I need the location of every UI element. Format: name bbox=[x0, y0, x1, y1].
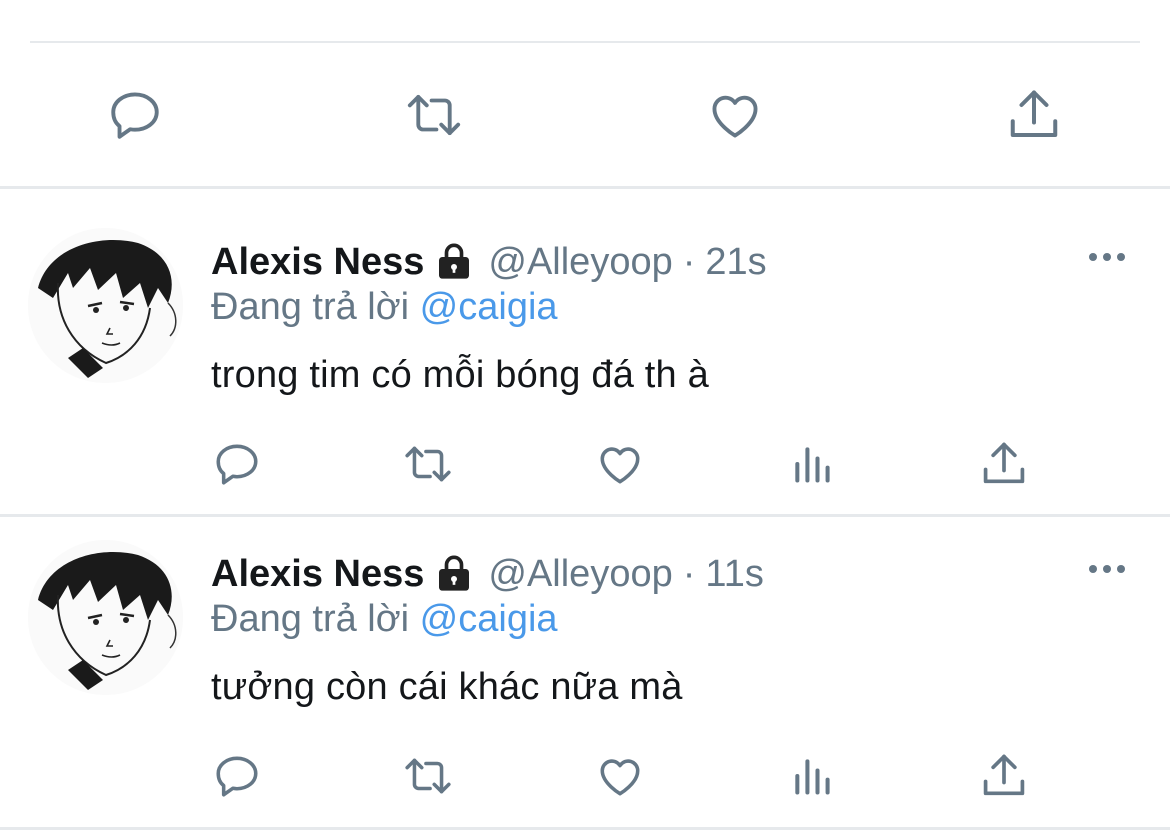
share-button[interactable] bbox=[999, 80, 1069, 150]
lock-icon bbox=[434, 554, 474, 594]
separator-line bbox=[30, 41, 1140, 43]
username[interactable]: @Alleyoop bbox=[488, 553, 672, 596]
tweet-header: Alexis Ness @Alleyoop · 11s bbox=[211, 548, 764, 600]
retweet-icon bbox=[407, 94, 461, 136]
more-options-button[interactable] bbox=[1082, 554, 1132, 584]
avatar-illustration bbox=[28, 540, 183, 695]
analytics-button[interactable] bbox=[782, 434, 842, 494]
display-name[interactable]: Alexis Ness bbox=[211, 241, 424, 284]
share-icon bbox=[983, 754, 1025, 796]
reply-button[interactable] bbox=[207, 434, 267, 494]
tweet-text: tưởng còn cái khác nữa mà bbox=[211, 666, 683, 708]
timestamp[interactable]: 11s bbox=[705, 553, 763, 596]
replying-prefix: Đang trả lời bbox=[211, 286, 410, 328]
retweet-button[interactable] bbox=[398, 434, 458, 494]
reply-icon bbox=[111, 92, 159, 139]
separator-dot: · bbox=[682, 240, 696, 283]
previous-tweet-actions bbox=[0, 80, 1170, 150]
share-icon bbox=[983, 442, 1025, 484]
share-button[interactable] bbox=[974, 434, 1034, 494]
avatar[interactable] bbox=[28, 228, 183, 383]
tweet-header: Alexis Ness @Alleyoop · 21s bbox=[211, 236, 767, 288]
like-button[interactable] bbox=[700, 80, 770, 150]
reply-icon bbox=[216, 444, 258, 485]
like-button[interactable] bbox=[590, 746, 650, 806]
reply-button[interactable] bbox=[100, 80, 170, 150]
analytics-button[interactable] bbox=[782, 746, 842, 806]
avatar-illustration bbox=[28, 228, 183, 383]
analytics-icon bbox=[795, 447, 830, 483]
like-button[interactable] bbox=[590, 434, 650, 494]
more-icon bbox=[1089, 565, 1125, 573]
retweet-button[interactable] bbox=[398, 746, 458, 806]
retweet-icon bbox=[405, 446, 451, 482]
mention-link[interactable]: @caigia bbox=[420, 598, 558, 640]
more-options-button[interactable] bbox=[1082, 242, 1132, 272]
reply-button[interactable] bbox=[207, 746, 267, 806]
timestamp[interactable]: 21s bbox=[705, 241, 766, 284]
analytics-icon bbox=[795, 759, 830, 795]
tweet-actions bbox=[0, 746, 1170, 806]
username[interactable]: @Alleyoop bbox=[488, 241, 672, 284]
reply-icon bbox=[216, 756, 258, 797]
separator-dot: · bbox=[682, 552, 696, 595]
tweet[interactable]: Alexis Ness @Alleyoop · 21s Đang trả lời… bbox=[0, 228, 1170, 516]
more-icon bbox=[1089, 253, 1125, 261]
retweet-button[interactable] bbox=[399, 80, 469, 150]
retweet-icon bbox=[405, 758, 451, 794]
tweet-actions bbox=[0, 434, 1170, 494]
tweet-divider bbox=[0, 514, 1170, 517]
heart-icon bbox=[600, 759, 640, 796]
heart-icon bbox=[712, 95, 758, 138]
display-name[interactable]: Alexis Ness bbox=[211, 553, 424, 596]
replying-prefix: Đang trả lời bbox=[211, 598, 410, 640]
lock-icon bbox=[434, 242, 474, 282]
tweet-divider bbox=[0, 186, 1170, 189]
share-icon bbox=[1010, 90, 1058, 137]
avatar[interactable] bbox=[28, 540, 183, 695]
tweet-divider bbox=[0, 827, 1170, 830]
replying-to: Đang trả lời @caigia bbox=[211, 286, 558, 329]
replying-to: Đang trả lời @caigia bbox=[211, 598, 558, 641]
tweet[interactable]: Alexis Ness @Alleyoop · 11s Đang trả lời… bbox=[0, 540, 1170, 834]
heart-icon bbox=[600, 447, 640, 484]
share-button[interactable] bbox=[974, 746, 1034, 806]
previous-tweet bbox=[0, 0, 1170, 188]
tweet-text: trong tim có mỗi bóng đá th à bbox=[211, 354, 709, 396]
mention-link[interactable]: @caigia bbox=[420, 286, 558, 328]
